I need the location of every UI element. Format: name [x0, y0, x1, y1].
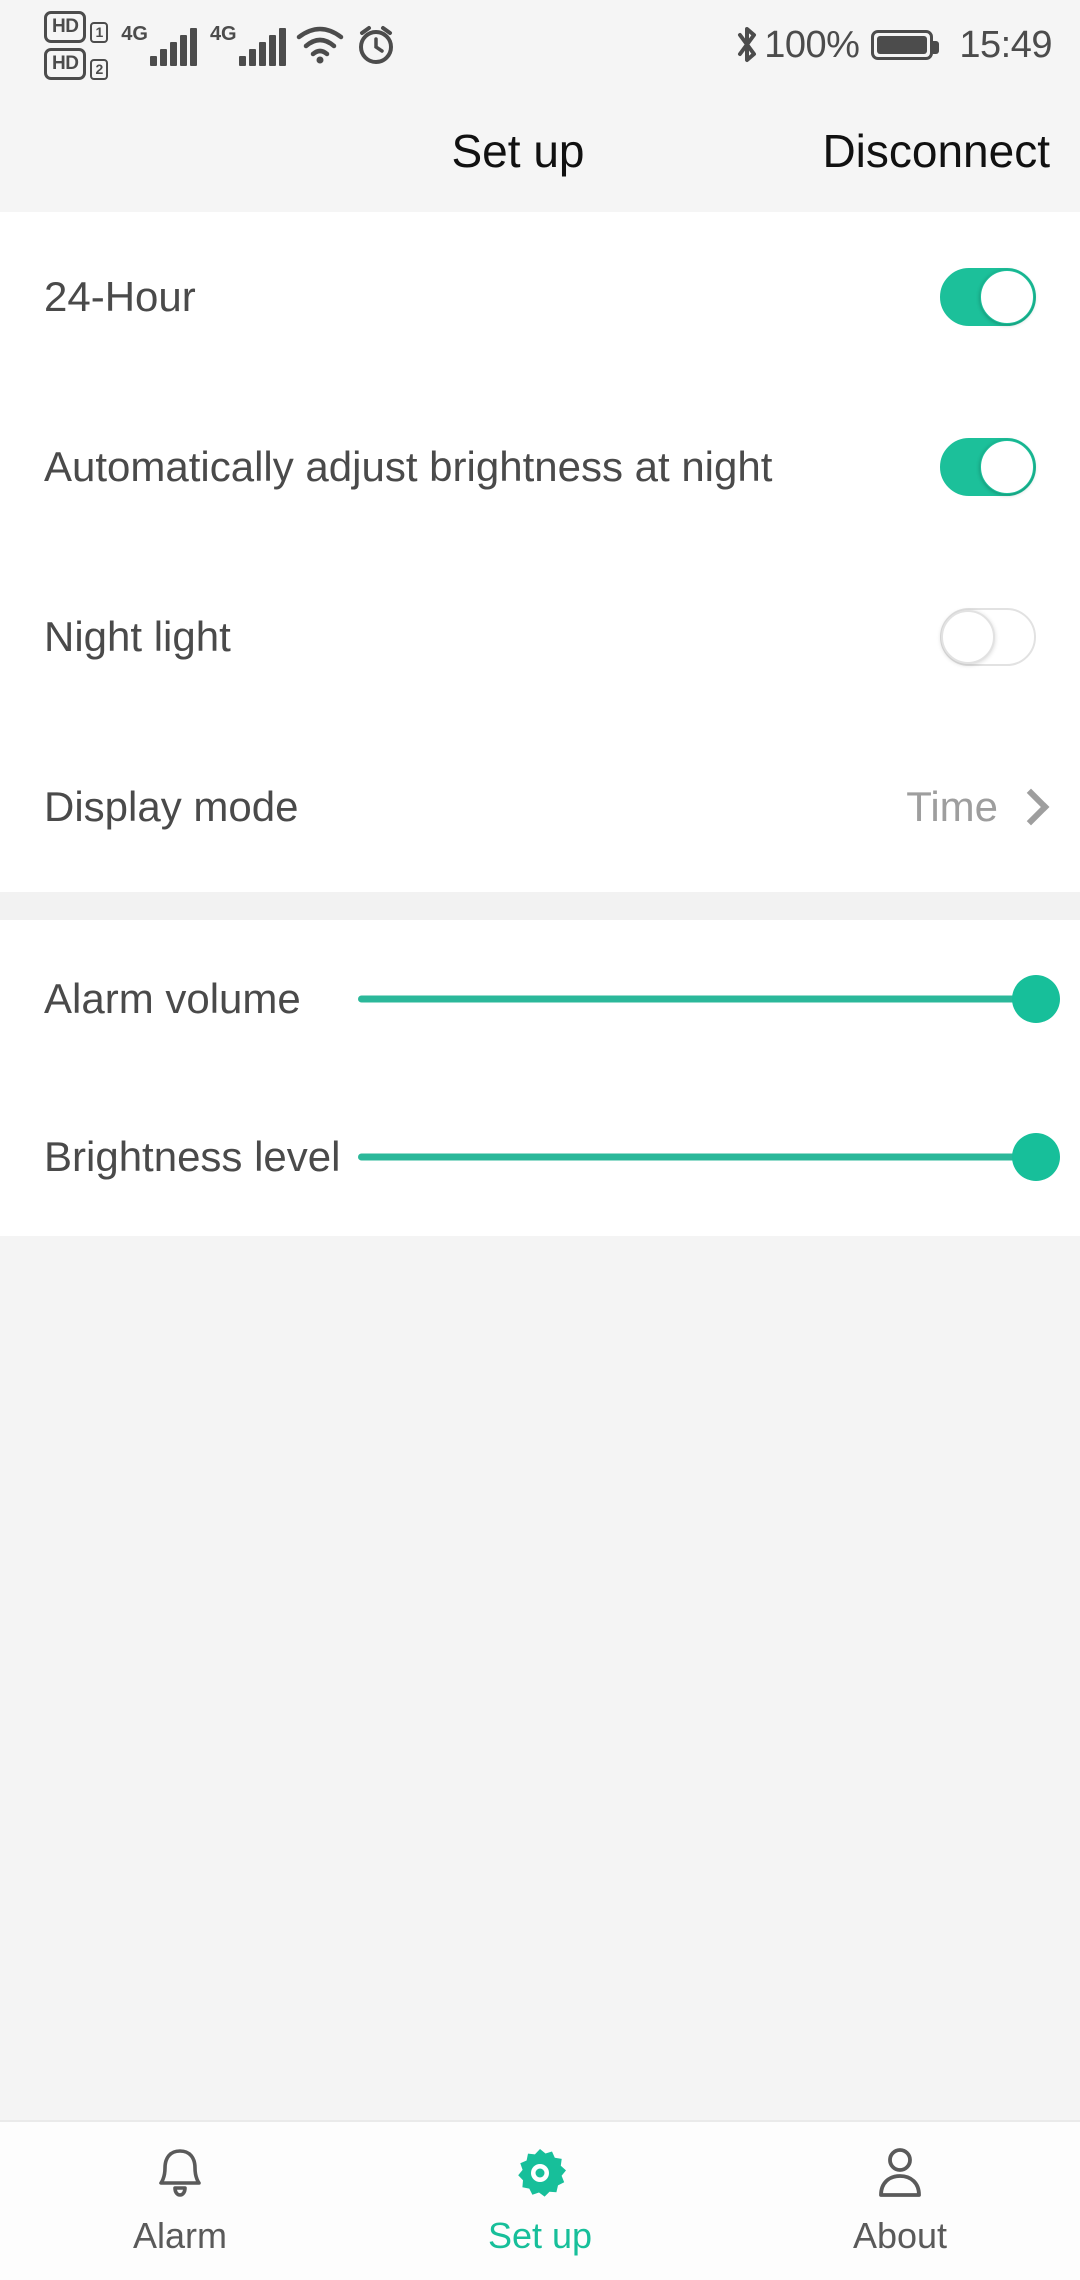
signal-indicator-1: 4G — [121, 24, 197, 66]
slider-brightness-level[interactable] — [358, 1122, 1060, 1192]
sim-indicators: HD 1 HD 2 — [44, 10, 109, 80]
person-icon — [873, 2145, 927, 2201]
sim-number-2: 2 — [90, 58, 109, 80]
status-bar-right: 100% 15:49 — [732, 23, 1052, 67]
sim-number-1: 1 — [90, 21, 109, 43]
nav-item-set-up[interactable]: Set up — [360, 2145, 720, 2257]
status-bar-clock: 15:49 — [959, 23, 1052, 66]
toggle-auto-brightness[interactable] — [940, 438, 1036, 496]
network-type-label-2: 4G — [209, 23, 237, 45]
display-mode-value: Time — [906, 783, 998, 830]
slider-label-alarm-volume: Alarm volume — [44, 975, 301, 1023]
hd-badge-2: HD — [44, 47, 87, 80]
battery-full-icon — [871, 30, 940, 60]
settings-card: 24-Hour Automatically adjust brightness … — [0, 212, 1080, 892]
slider-track — [358, 1153, 1036, 1161]
bluetooth-icon — [732, 23, 762, 67]
alarm-clock-icon — [354, 23, 398, 67]
slider-row-brightness-level: Brightness level — [0, 1078, 1080, 1236]
slider-alarm-volume[interactable] — [358, 964, 1060, 1034]
status-bar-left: HD 1 HD 2 4G 4G — [44, 10, 398, 80]
settings-row-label: 24-Hour — [44, 273, 196, 320]
nav-item-about[interactable]: About — [720, 2145, 1080, 2257]
nav-item-alarm[interactable]: Alarm — [0, 2145, 360, 2257]
settings-row-label: Automatically adjust brightness at night — [44, 443, 773, 490]
nav-label-set-up: Set up — [487, 2215, 593, 2256]
hd-badge-1: HD — [44, 10, 87, 43]
sliders-card: Alarm volume Brightness level — [0, 920, 1080, 1236]
signal-indicator-2: 4G — [210, 24, 286, 66]
toggle-knob — [980, 270, 1034, 324]
settings-row-label: Night light — [44, 613, 231, 660]
display-mode-value-group: Time — [906, 783, 1036, 831]
slider-thumb[interactable] — [1012, 1133, 1060, 1181]
toggle-knob — [941, 610, 995, 664]
bell-icon — [154, 2145, 206, 2201]
slider-thumb[interactable] — [1012, 975, 1060, 1023]
nav-label-about: About — [852, 2215, 948, 2256]
sim2-indicator: HD 2 — [44, 47, 109, 80]
slider-row-alarm-volume: Alarm volume — [0, 920, 1080, 1078]
toggle-24-hour[interactable] — [940, 268, 1036, 326]
settings-row-label: Display mode — [44, 783, 299, 830]
slider-label-brightness-level: Brightness level — [44, 1133, 341, 1181]
slider-track — [358, 995, 1036, 1003]
battery-percent-label: 100% — [764, 23, 860, 66]
bottom-navigation: Alarm Set up About — [0, 2120, 1080, 2280]
phone-screen: HD 1 HD 2 4G 4G 100% 15:49 Set up Discon… — [0, 0, 1080, 2280]
disconnect-button[interactable]: Disconnect — [822, 124, 1050, 178]
gear-icon — [512, 2145, 568, 2201]
toggle-night-light[interactable] — [940, 608, 1036, 666]
settings-row-display-mode[interactable]: Display mode Time — [0, 722, 1080, 892]
sim1-indicator: HD 1 — [44, 10, 109, 43]
settings-row-night-light[interactable]: Night light — [0, 552, 1080, 722]
nav-label-alarm: Alarm — [132, 2215, 227, 2256]
toggle-knob — [980, 440, 1034, 494]
chevron-right-icon — [1016, 790, 1036, 824]
status-bar: HD 1 HD 2 4G 4G 100% 15:49 — [0, 0, 1080, 90]
network-type-label-1: 4G — [121, 23, 148, 45]
settings-row-auto-brightness[interactable]: Automatically adjust brightness at night — [0, 382, 1080, 552]
app-header: Set up Disconnect — [0, 90, 1080, 212]
content-area: 24-Hour Automatically adjust brightness … — [0, 212, 1080, 2280]
settings-row-24-hour[interactable]: 24-Hour — [0, 212, 1080, 382]
signal-bars-icon-1 — [149, 26, 197, 66]
section-divider — [0, 892, 1080, 920]
signal-bars-icon-2 — [238, 26, 286, 66]
wifi-icon — [295, 24, 345, 66]
